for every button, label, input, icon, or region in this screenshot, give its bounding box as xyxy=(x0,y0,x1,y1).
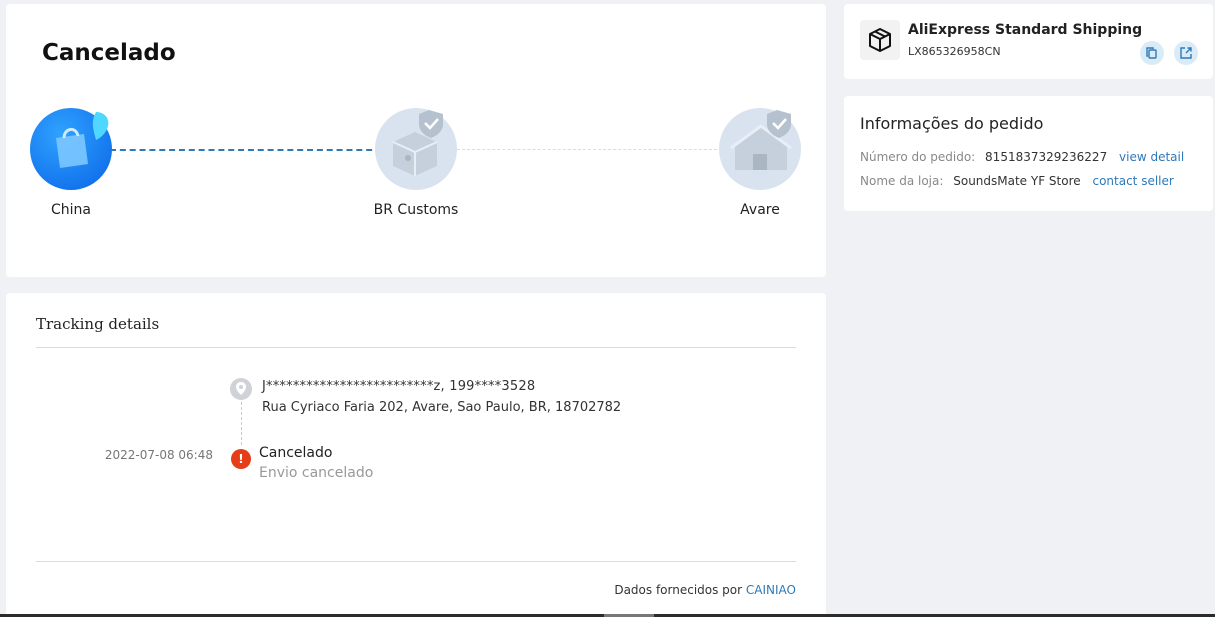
progress-line-done xyxy=(110,149,382,151)
shipping-method-name: AliExpress Standard Shipping xyxy=(908,22,1143,38)
shopping-bag-icon xyxy=(56,112,109,168)
contact-seller-link[interactable]: contact seller xyxy=(1092,174,1173,188)
delivery-address: Rua Cyriaco Faria 202, Avare, Sao Paulo,… xyxy=(262,400,622,415)
location-pin-icon xyxy=(230,378,252,400)
alert-icon: ! xyxy=(231,449,251,469)
divider xyxy=(36,347,796,348)
copy-button[interactable] xyxy=(1140,41,1164,65)
customs-box-icon xyxy=(392,110,443,176)
tracking-title: Tracking details xyxy=(36,315,160,333)
data-provider: Dados fornecidos por CAINIAO xyxy=(614,583,796,597)
order-number-value: 8151837329236227 xyxy=(985,150,1108,164)
tracking-number: LX865326958CN xyxy=(908,45,1001,58)
order-number-row: Número do pedido: 8151837329236227 view … xyxy=(860,150,1184,164)
destination-label: Avare xyxy=(740,202,780,218)
progress-line-pending xyxy=(457,149,727,150)
provider-prefix: Dados fornecidos por xyxy=(614,583,743,597)
copy-icon xyxy=(1146,47,1157,59)
house-icon xyxy=(730,110,792,170)
event-status: Cancelado xyxy=(259,445,333,461)
store-name-value: SoundsMate YF Store xyxy=(953,174,1081,188)
provider-link[interactable]: CAINIAO xyxy=(746,583,796,597)
view-detail-link[interactable]: view detail xyxy=(1119,150,1184,164)
open-tracking-button[interactable] xyxy=(1174,41,1198,65)
customs-label: BR Customs xyxy=(373,202,459,218)
tracking-card: Tracking details J**********************… xyxy=(6,293,826,617)
page-title: Cancelado xyxy=(42,40,176,66)
event-timestamp: 2022-07-08 06:48 xyxy=(104,448,213,462)
origin-node xyxy=(30,108,112,190)
external-link-icon xyxy=(1180,47,1192,59)
order-info-title: Informações do pedido xyxy=(860,114,1044,133)
destination-node xyxy=(719,108,801,190)
store-name-label: Nome da loja: xyxy=(860,174,944,188)
package-icon xyxy=(860,20,900,60)
status-card: Cancelado China BR Customs Avare xyxy=(6,4,826,277)
store-name-row: Nome da loja: SoundsMate YF Store contac… xyxy=(860,174,1174,188)
timeline-line xyxy=(241,397,242,445)
divider xyxy=(36,561,796,562)
event-detail: Envio cancelado xyxy=(259,465,374,481)
recipient-info: J*************************z, 199****3528 xyxy=(262,379,536,394)
shipping-card: AliExpress Standard Shipping LX865326958… xyxy=(844,4,1213,79)
order-number-label: Número do pedido: xyxy=(860,150,976,164)
customs-node xyxy=(375,108,457,190)
origin-label: China xyxy=(51,202,91,218)
order-info-card: Informações do pedido Número do pedido: … xyxy=(844,96,1213,211)
